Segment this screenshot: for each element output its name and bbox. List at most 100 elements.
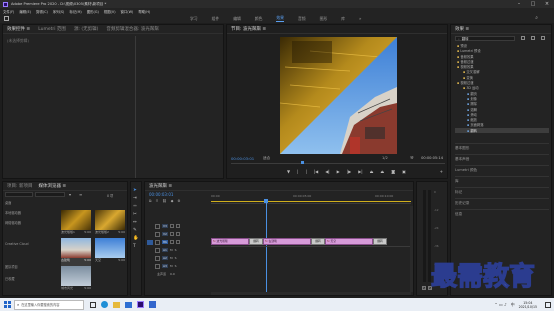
playhead-marker-icon[interactable] [301,161,304,164]
wrench-icon[interactable]: ⚒ [410,155,414,160]
snap-icon[interactable]: ⊓ [156,199,159,203]
menu-edit[interactable]: 编辑(E) [19,9,31,14]
mute-icon[interactable]: M [170,248,173,252]
track-v1[interactable]: V1 [147,238,209,246]
fit-dropdown[interactable]: 适合 [263,156,270,161]
workspace-effects[interactable]: 效果 [276,15,284,22]
thumbnail-item[interactable]: 天空 5:00 [95,238,125,266]
export-frame-icon[interactable]: ◙ [391,169,395,174]
track-a1[interactable]: A1 M S [147,246,209,254]
sync-lock-icon[interactable] [169,224,174,228]
timeline-vertical-scrollbar[interactable] [410,206,413,292]
transition[interactable]: 翻转 [249,238,263,245]
section-lumetri-color[interactable]: Lumetri 颜色 [455,165,549,176]
go-to-in-icon[interactable]: |◀ [314,169,318,174]
track-v2[interactable]: V2 [147,230,209,238]
effects-search-input[interactable]: ⌕ 翻转 [455,36,515,41]
ripple-edit-tool-icon[interactable]: ⇿ [133,204,139,209]
workspace-more-icon[interactable]: » [359,16,361,21]
list-view-icon[interactable]: ≡ [79,192,82,197]
track-lock-icon[interactable] [155,223,160,229]
tab-program[interactable]: 节目: 波光粼粼 ≡ [231,26,266,32]
location-item[interactable]: 网络驱动器 [5,220,57,242]
razor-tool-icon[interactable]: ✂ [133,212,139,217]
go-to-out-icon[interactable]: ▶| [358,169,362,174]
section-markers[interactable]: 标记 [455,187,549,198]
menu-view[interactable]: 视图(V) [104,9,116,14]
track-master[interactable]: 主声道 0.0 [147,270,209,278]
sync-lock-icon[interactable] [169,232,174,236]
track-v3[interactable]: V3 [147,222,209,230]
minimize-icon[interactable]: – [512,1,526,7]
selection-tool-icon[interactable]: ➤ [133,188,139,193]
media-browser-path[interactable] [5,192,33,197]
comparison-view-icon[interactable]: ▣ [402,169,406,174]
menu-window[interactable]: 窗口(W) [121,9,134,14]
track-lock-icon[interactable] [155,239,160,245]
menu-help[interactable]: 帮助(H) [138,9,150,14]
taskbar-search-input[interactable]: ⌕ 在这里输入你要搜索的内容 [14,299,84,310]
location-item[interactable]: 本地驱动器 [5,210,57,220]
eye-icon[interactable] [175,224,180,228]
task-view-icon[interactable] [90,301,96,308]
section-essential-graphics[interactable]: 基本图形 [455,143,549,154]
menu-graphics[interactable]: 图形(G) [87,9,99,14]
thumbnail-item[interactable]: 波光粼粼1 5:00 [61,210,91,238]
start-icon[interactable] [0,298,14,311]
thumbnail-item[interactable]: 波光粼粼2 5:00 [95,210,125,238]
close-icon[interactable]: × [540,1,554,7]
master-volume-value[interactable]: 0.0 [170,272,175,276]
timeline-timecode[interactable]: 00:00:03:01 [149,192,173,197]
mark-out-icon[interactable]: | [297,169,298,174]
track-lock-icon[interactable] [155,247,160,253]
hand-tool-icon[interactable]: ✋ [133,236,139,241]
nest-icon[interactable]: ⧉ [149,199,152,203]
thumbnail-item[interactable]: 城市风光 5:00 [61,266,91,294]
search-icon[interactable]: ⌕ [535,15,538,21]
premiere-taskbar-icon[interactable] [137,301,144,308]
workspace-editing[interactable]: 编辑 [233,16,241,22]
new-bin-icon[interactable] [521,36,525,40]
mark-clip-icon[interactable]: | [305,169,306,174]
clip[interactable]: fx 天空 [325,238,373,245]
mute-icon[interactable]: M [170,256,173,260]
edge-icon[interactable] [101,301,108,308]
solo-icon[interactable]: S [175,264,177,268]
location-item[interactable]: 已收藏 [5,276,57,286]
track-lock-icon[interactable] [155,263,160,269]
add-marker-icon[interactable]: ◆ [171,199,174,203]
tab-timeline[interactable]: 波光粼粼 ≡ [149,183,172,189]
file-explorer-icon[interactable] [113,301,120,308]
accelerated-icon[interactable] [531,36,535,40]
solo-left-button[interactable]: S [422,286,426,290]
tab-media-browser[interactable]: 媒体浏览器 ≡ [38,183,66,189]
workspace-audio[interactable]: 音频 [298,16,306,22]
menu-clip[interactable]: 剪辑(C) [36,9,48,14]
menu-marker[interactable]: 标记(M) [69,9,81,14]
media-browser-search[interactable] [35,192,65,197]
step-back-icon[interactable]: ◀| [325,169,329,174]
tab-effect-controls[interactable]: 效果控件 ≡ [7,26,30,32]
track-lock-icon[interactable] [155,231,160,237]
time-ruler[interactable]: 00:00 00:00:05:00 00:00:10:00 [211,192,411,204]
menu-file[interactable]: 文件(F) [3,9,14,14]
workspace-assembly[interactable]: 组件 [212,16,220,22]
section-info[interactable]: 信息 [455,209,549,220]
location-item[interactable]: 桌面 [5,200,57,210]
mark-in-icon[interactable]: ▼ [287,169,290,174]
work-area-bar[interactable] [211,201,411,203]
clock[interactable]: 15:04 2021/10/15 [519,301,537,309]
workspace-learn[interactable]: 学习 [190,16,198,22]
play-icon[interactable]: ▶ [337,169,340,174]
pen-tool-icon[interactable]: ✎ [133,228,139,233]
track-a2[interactable]: A2 M S [147,254,209,262]
workspace-libraries[interactable]: 库 [341,16,345,22]
linked-selection-icon[interactable]: ⛓ [162,199,166,203]
app-icon[interactable] [149,301,156,308]
location-item[interactable]: Creative Cloud [5,242,57,264]
timeline-horizontal-scrollbar[interactable] [211,292,411,295]
resolution-dropdown[interactable]: 1/2 [382,156,388,160]
program-timecode[interactable]: 00:00:03:01 [231,156,254,161]
eye-icon[interactable] [175,240,180,244]
add-button-icon[interactable]: + [440,169,443,174]
